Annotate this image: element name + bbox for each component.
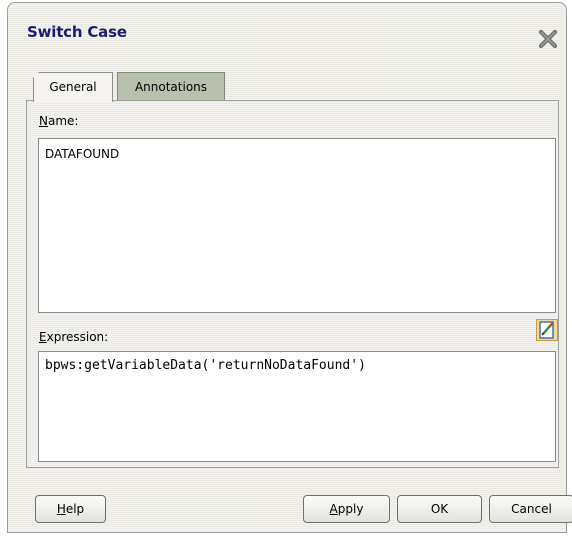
- name-field[interactable]: DATAFOUND: [38, 138, 556, 313]
- help-button[interactable]: Help: [35, 495, 106, 523]
- switch-case-dialog: Switch Case General Annotations Name: DA…: [7, 2, 572, 533]
- apply-button-label: pply: [337, 502, 364, 516]
- expression-label-mnemonic: E: [39, 330, 47, 344]
- dialog-title: Switch Case: [27, 23, 127, 41]
- help-button-label: elp: [65, 502, 85, 516]
- general-tab-panel: Name: DATAFOUND Expression: bpws:getVari…: [26, 100, 559, 468]
- apply-button-mnemonic: A: [329, 502, 338, 516]
- name-label-mnemonic: N: [39, 114, 48, 128]
- close-icon[interactable]: [536, 27, 560, 51]
- help-button-mnemonic: H: [56, 502, 66, 516]
- cancel-button[interactable]: Cancel: [489, 495, 572, 523]
- tab-general[interactable]: General: [33, 72, 113, 102]
- ok-button[interactable]: OK: [397, 495, 482, 523]
- name-label-text: ame:: [47, 114, 79, 128]
- expression-label-text: xpression:: [46, 330, 109, 344]
- apply-button[interactable]: Apply: [303, 495, 390, 523]
- tab-annotations[interactable]: Annotations: [117, 72, 225, 100]
- name-label: Name:: [39, 114, 78, 128]
- edit-expression-icon[interactable]: [536, 319, 558, 341]
- expression-label: Expression:: [39, 330, 108, 344]
- expression-field[interactable]: bpws:getVariableData('returnNoDataFound'…: [38, 351, 556, 462]
